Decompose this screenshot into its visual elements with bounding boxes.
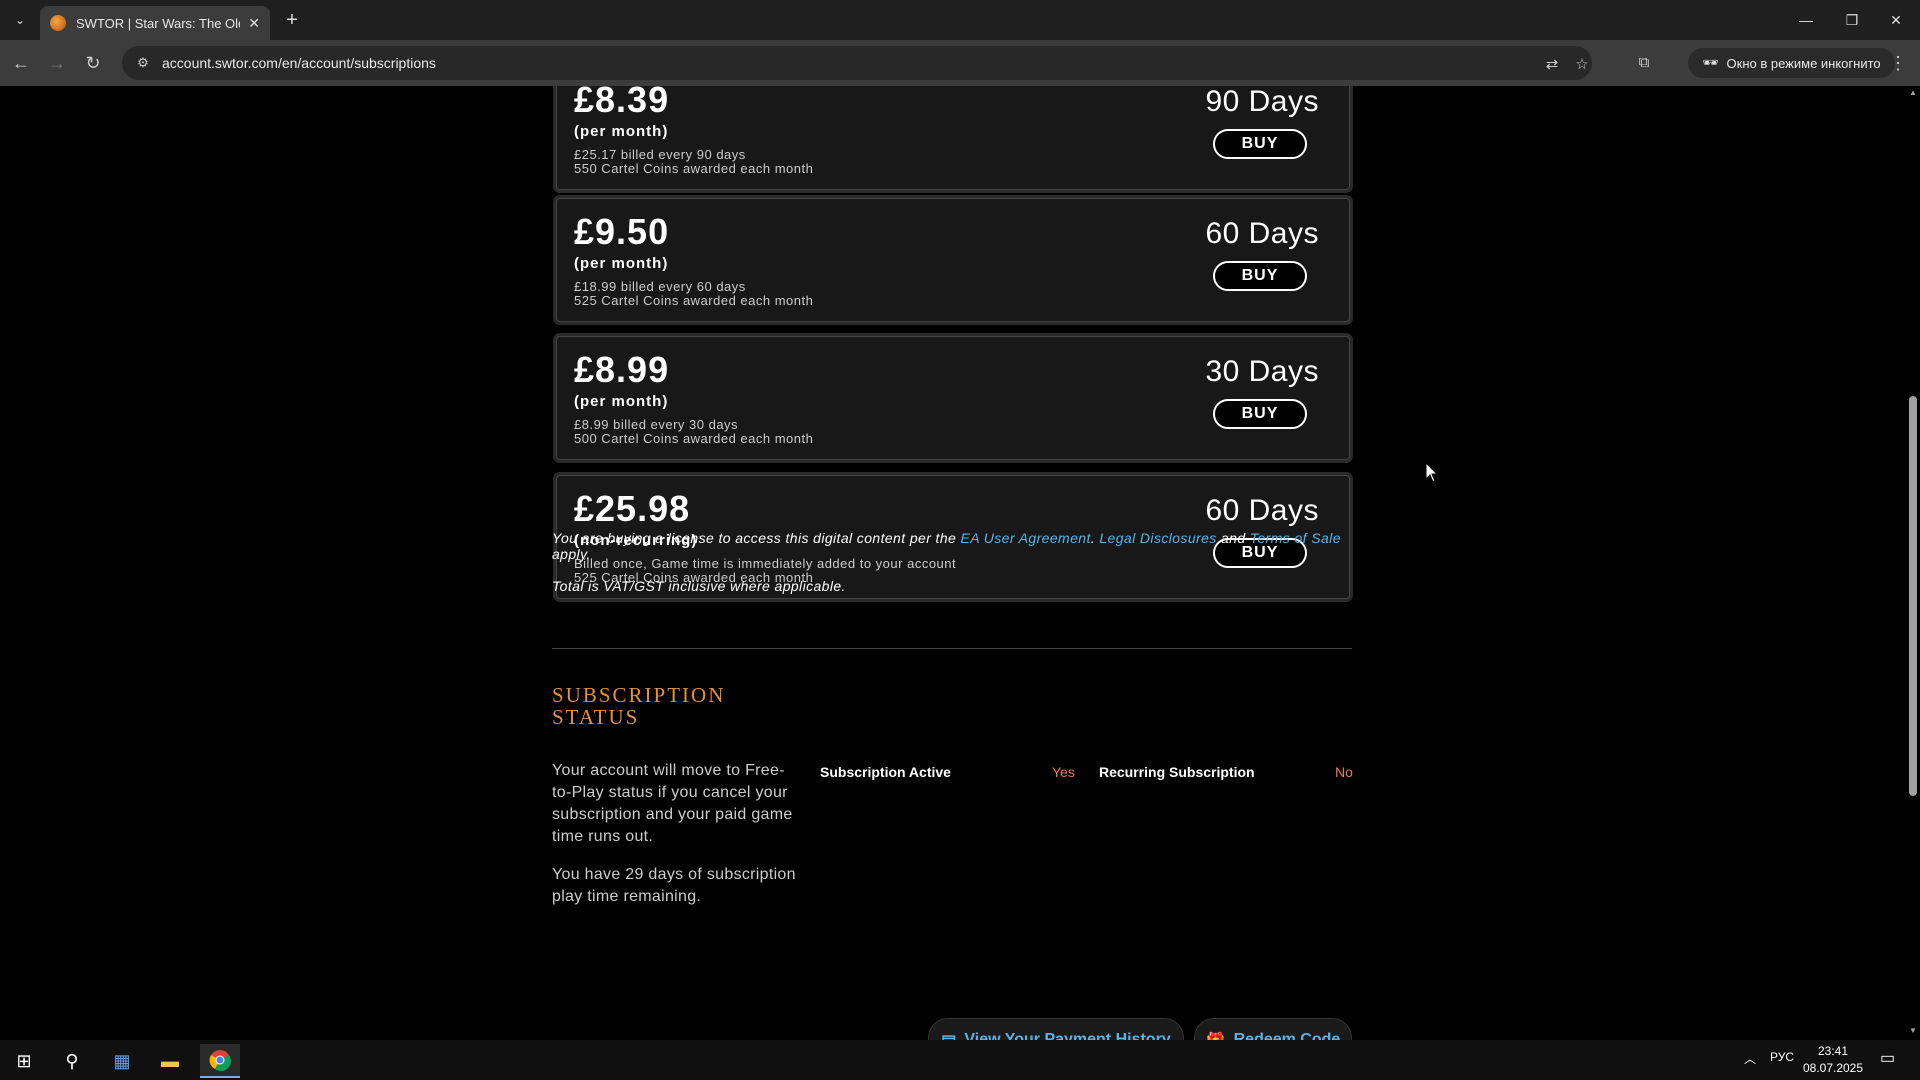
terms-of-sale-link[interactable]: Terms of Sale: [1250, 530, 1341, 546]
subscription-status-heading: SUBSCRIPTION STATUS: [552, 684, 772, 728]
incognito-label: Окно в режиме инкогнито: [1726, 55, 1881, 71]
plan-cartel-coins: 525 Cartel Coins awarded each month: [574, 293, 814, 308]
remaining-time-text: You have 29 days of subscription play ti…: [552, 866, 796, 905]
incognito-indicator[interactable]: 🕶 Окно в режиме инкогнито: [1688, 48, 1895, 78]
redeem-code-button[interactable]: 🎁 Redeem Code: [1194, 1018, 1352, 1040]
tray-chevron-icon[interactable]: ︿: [1744, 1050, 1756, 1067]
plan-duration: 60 Days: [1205, 217, 1319, 250]
search-icon[interactable]: ⚲: [52, 1044, 92, 1078]
reload-icon[interactable]: ↻: [80, 50, 106, 76]
incognito-icon: 🕶: [1702, 55, 1719, 70]
plan-price: £8.39: [574, 86, 670, 120]
plan-billing: £18.99 billed every 60 days: [574, 279, 746, 294]
browser-toolbar: ← → ↻ ⚙ account.swtor.com/en/account/sub…: [0, 40, 1920, 86]
chrome-logo-icon: [209, 1050, 231, 1071]
plan-cartel-coins: 550 Cartel Coins awarded each month: [574, 161, 814, 176]
tab-close-icon[interactable]: ✕: [248, 15, 260, 32]
license-notice: You are buying a license to access this …: [552, 530, 1362, 562]
receipt-icon: ▤: [941, 1031, 956, 1040]
vat-notice: Total is VAT/GST inclusive where applica…: [552, 578, 846, 594]
license-sep: .: [1090, 530, 1096, 546]
system-clock[interactable]: 23:41 08.07.2025: [1798, 1043, 1868, 1077]
section-divider: [552, 648, 1352, 649]
browser-menu-icon[interactable]: ⋮: [1886, 50, 1910, 76]
recurring-subscription-label: Recurring Subscription: [1099, 764, 1255, 780]
file-explorer-icon[interactable]: ▬: [150, 1044, 190, 1078]
plan-term: (per month): [574, 123, 669, 140]
extensions-puzzle-icon[interactable]: ⧉: [1634, 52, 1654, 72]
status-description: Your account will move to Free-to-Play s…: [552, 762, 793, 845]
scroll-up-icon[interactable]: ▲: [1908, 88, 1918, 98]
plan-term: (per month): [574, 255, 669, 272]
plan-billing: £25.17 billed every 90 days: [574, 147, 746, 162]
redeem-code-label: Redeem Code: [1233, 1031, 1341, 1040]
swtor-favicon-icon: [50, 15, 66, 31]
recurring-subscription-value: No: [1335, 764, 1353, 780]
buy-button[interactable]: BUY: [1213, 129, 1307, 159]
plan-duration: 90 Days: [1205, 86, 1319, 118]
heading-line2: STATUS: [552, 705, 640, 729]
restore-icon[interactable]: ❐: [1832, 6, 1872, 34]
windows-taskbar: ⊞ ⚲ ▦ ▬ ︿ РУС 23:41 08.07.2025 ▭: [0, 1040, 1920, 1080]
tab-strip: ⌄ SWTOR | Star Wars: The Old Republic ✕ …: [0, 0, 1920, 40]
subscription-plan-card: £8.99 (per month) £8.99 billed every 30 da…: [556, 336, 1350, 460]
payment-history-label: View Your Payment History: [964, 1031, 1171, 1040]
buy-button[interactable]: BUY: [1213, 261, 1307, 291]
license-prefix: You are buying a license to access this …: [552, 530, 957, 546]
scroll-thumb[interactable]: [1909, 396, 1917, 796]
url-text: account.swtor.com/en/account/subscriptio…: [162, 55, 436, 71]
license-and: and: [1220, 530, 1246, 546]
plan-price: £8.99: [574, 349, 670, 390]
translate-icon[interactable]: ⇄: [1542, 54, 1562, 74]
notifications-icon[interactable]: ▭: [1880, 1048, 1895, 1068]
tab-title: SWTOR | Star Wars: The Old Republic: [76, 15, 240, 31]
license-suffix: apply.: [552, 546, 591, 562]
page-viewport: £8.39 (per month) £25.17 billed every 90 d…: [0, 86, 1906, 1040]
calculator-icon[interactable]: ▦: [102, 1044, 142, 1078]
subscription-plan-card: £9.50 (per month) £18.99 billed every 60 d…: [556, 198, 1350, 322]
scroll-down-icon[interactable]: ▼: [1908, 1026, 1918, 1036]
chrome-icon[interactable]: [200, 1044, 240, 1078]
plan-billing: £8.99 billed every 30 days: [574, 417, 739, 432]
gift-icon: 🎁: [1206, 1031, 1226, 1040]
address-bar[interactable]: ⚙ account.swtor.com/en/account/subscript…: [122, 46, 1592, 80]
minimize-icon[interactable]: —: [1786, 6, 1826, 34]
clock-date: 08.07.2025: [1802, 1061, 1864, 1075]
plan-term: (per month): [574, 393, 669, 410]
site-info-icon[interactable]: ⚙: [134, 54, 152, 72]
tab-search-chevron-icon[interactable]: ⌄: [8, 8, 32, 32]
subscription-active-value: Yes: [1052, 764, 1075, 780]
plan-duration: 60 Days: [1205, 494, 1319, 527]
plan-duration: 30 Days: [1205, 355, 1319, 388]
forward-arrow-icon[interactable]: →: [44, 50, 70, 76]
window-close-icon[interactable]: ✕: [1876, 6, 1916, 34]
page-scrollbar[interactable]: ▲ ▼: [1906, 86, 1920, 1040]
windows-start-icon[interactable]: ⊞: [4, 1044, 44, 1078]
heading-line1: SUBSCRIPTION: [552, 683, 726, 707]
active-tab[interactable]: SWTOR | Star Wars: The Old Republic ✕: [40, 6, 270, 40]
bookmark-star-icon[interactable]: ☆: [1572, 54, 1592, 74]
ea-user-agreement-link[interactable]: EA User Agreement: [961, 530, 1091, 546]
legal-disclosures-link[interactable]: Legal Disclosures: [1099, 530, 1216, 546]
new-tab-plus-icon[interactable]: +: [280, 8, 304, 32]
plan-cartel-coins: 500 Cartel Coins awarded each month: [574, 431, 814, 446]
view-payment-history-button[interactable]: ▤ View Your Payment History: [928, 1018, 1184, 1040]
mouse-cursor-icon: [1425, 462, 1439, 483]
buy-button[interactable]: BUY: [1213, 399, 1307, 429]
input-language[interactable]: РУС: [1770, 1050, 1794, 1064]
plan-price: £25.98: [574, 488, 691, 529]
back-arrow-icon[interactable]: ←: [8, 50, 34, 76]
clock-time: 23:41: [1817, 1044, 1849, 1058]
subscription-plan-card: £8.39 (per month) £25.17 billed every 90 d…: [556, 86, 1350, 190]
subscription-active-label: Subscription Active: [820, 764, 951, 780]
plan-price: £9.50: [574, 211, 670, 252]
